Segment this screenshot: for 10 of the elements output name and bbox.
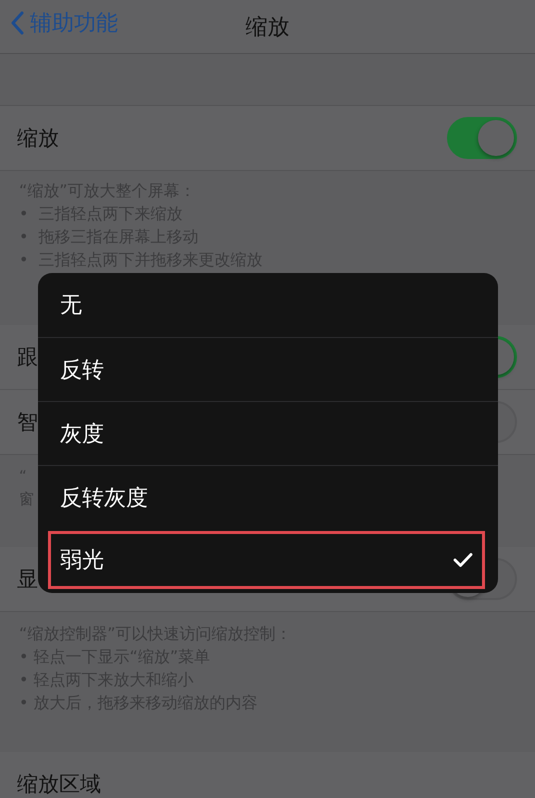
menu-option[interactable]: 反转灰度 <box>38 465 498 529</box>
screen-title: 缩放 <box>246 14 290 42</box>
checkmark-icon <box>453 552 473 568</box>
footer-text: “ <box>19 466 27 487</box>
menu-option[interactable]: 无 <box>38 273 498 337</box>
menu-option[interactable]: 弱光 <box>48 531 485 589</box>
chevron-left-icon[interactable] <box>10 11 24 35</box>
menu-option[interactable]: 反转 <box>38 337 498 401</box>
menu-option[interactable]: 灰度 <box>38 401 498 465</box>
toggle-switch[interactable] <box>447 117 517 159</box>
